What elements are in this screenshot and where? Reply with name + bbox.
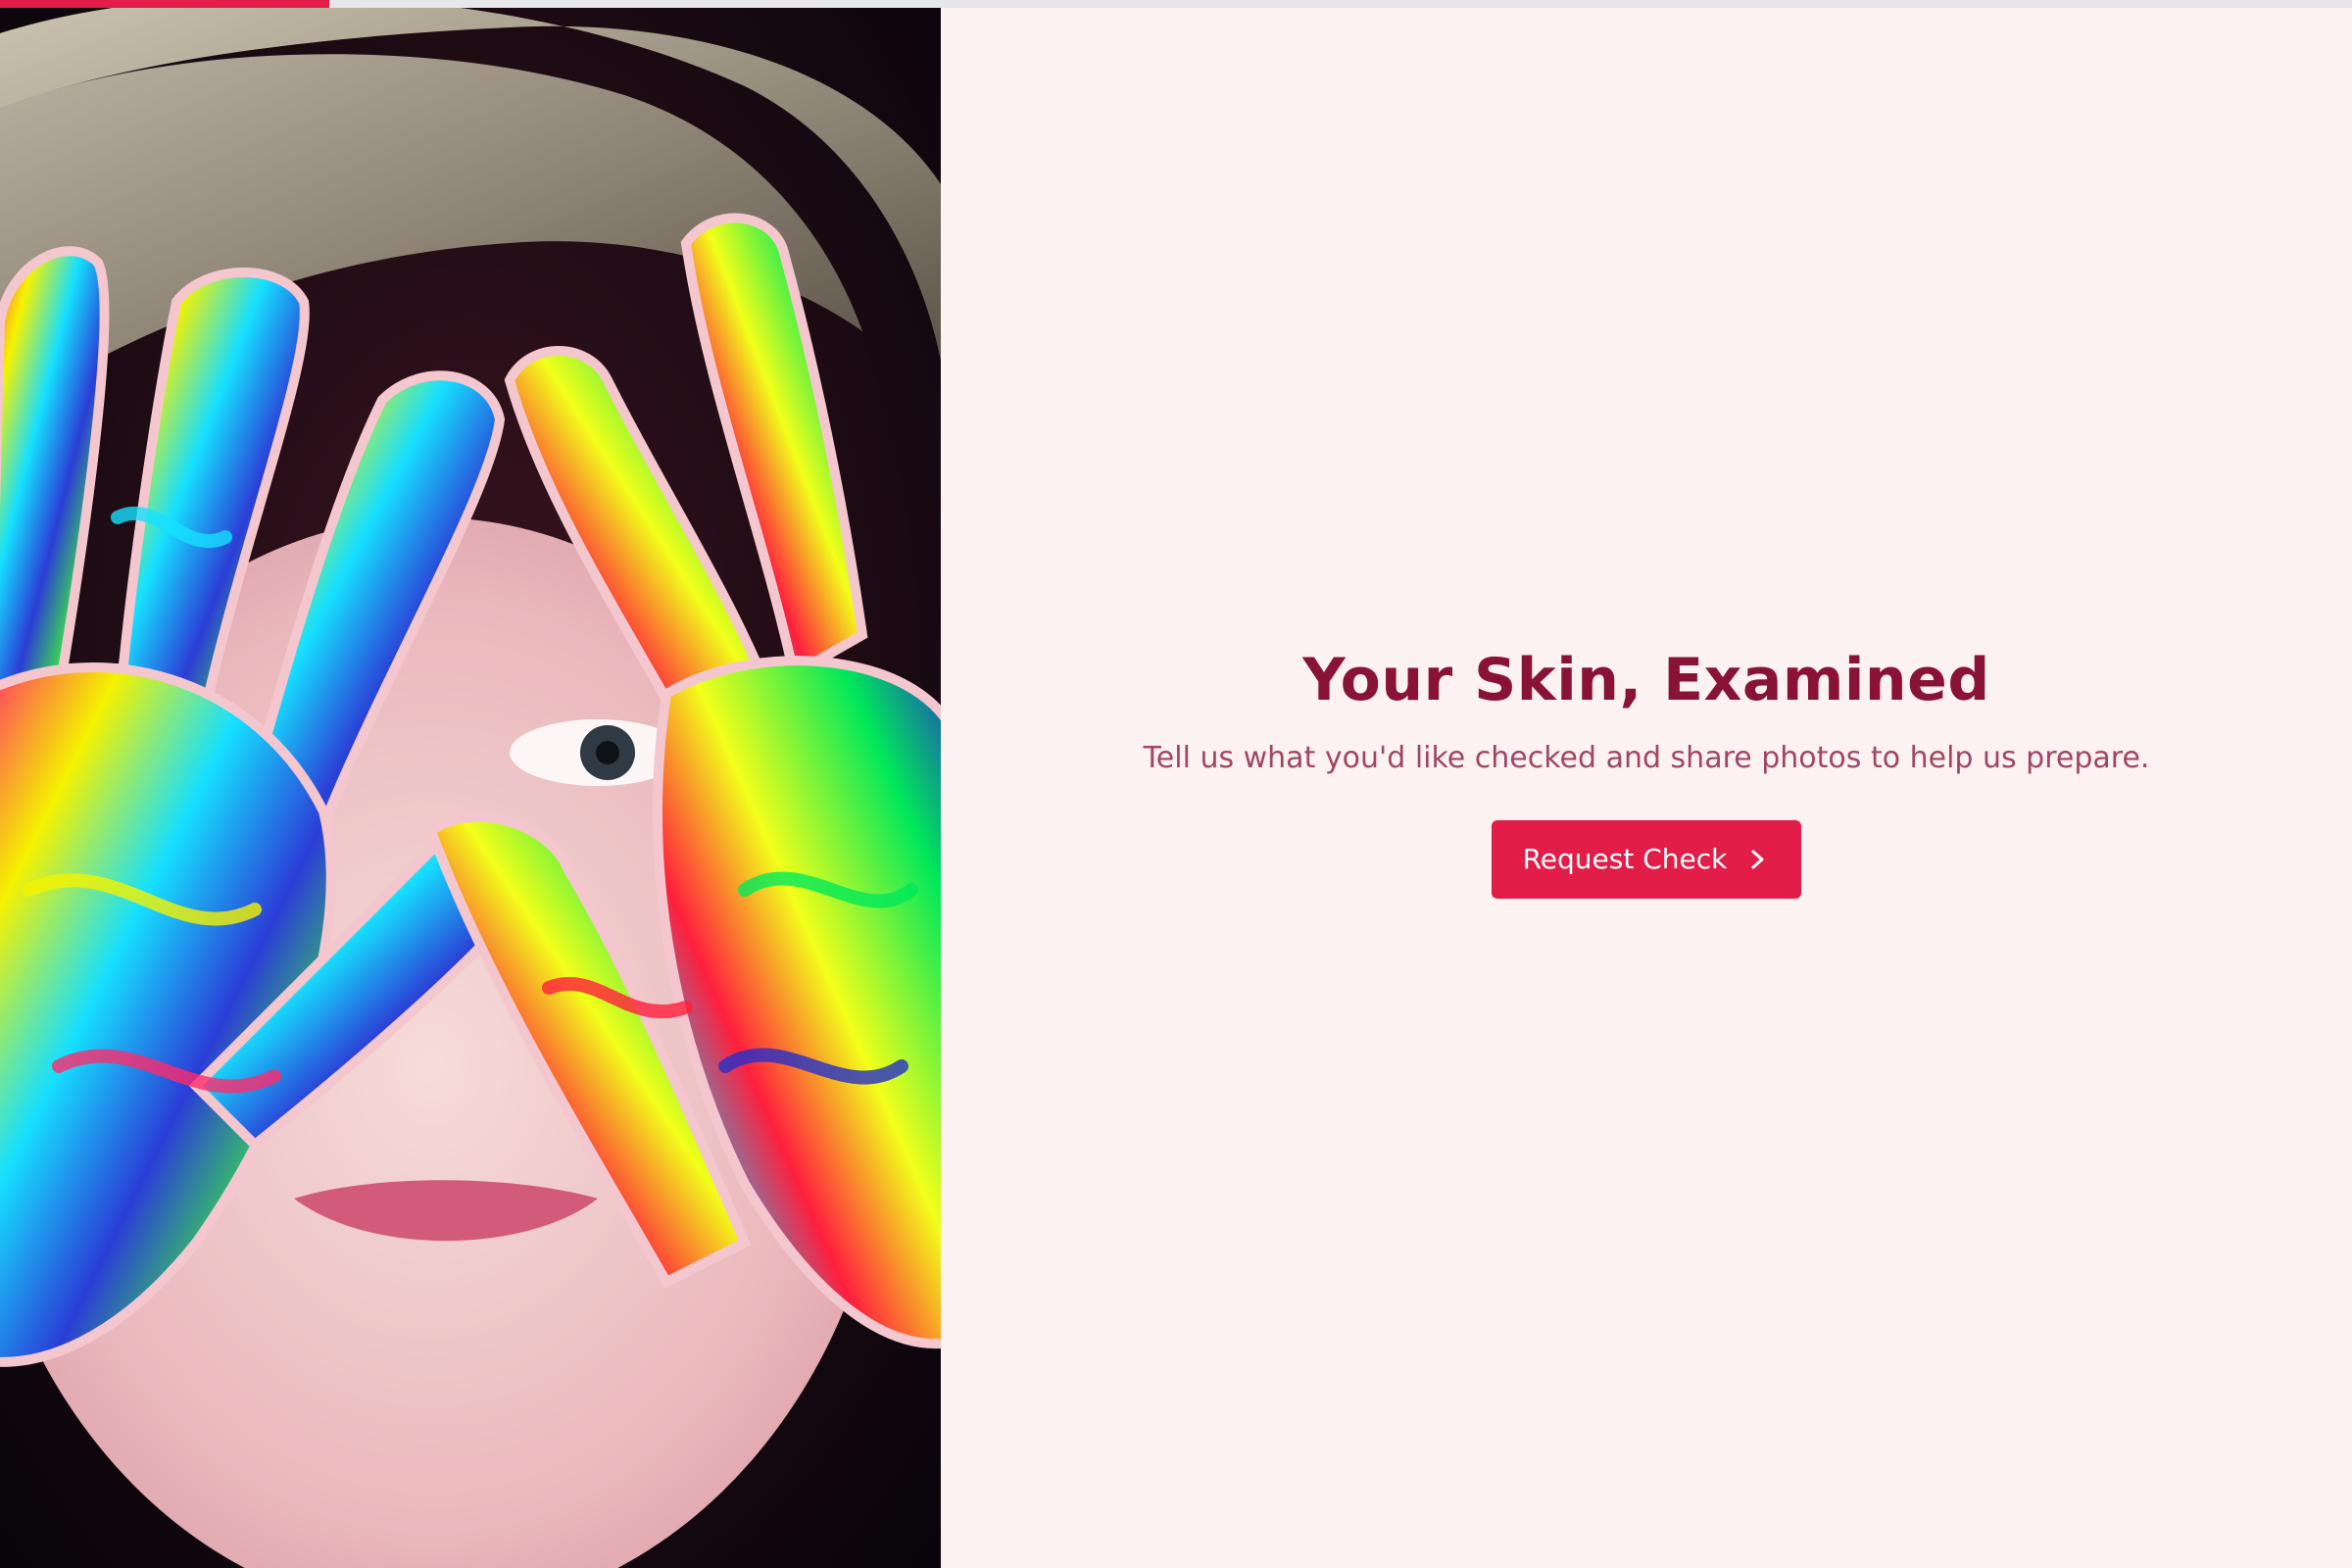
page-subtitle: Tell us what you'd like checked and shar… [1143, 740, 2150, 775]
progress-bar [0, 0, 2352, 8]
request-check-label: Request Check [1522, 843, 1728, 875]
request-check-button[interactable]: Request Check [1491, 819, 1802, 899]
intro-page: Your Skin, Examined Tell us what you'd l… [0, 0, 2352, 1568]
progress-bar-fill [0, 0, 329, 8]
intro-content: Your Skin, Examined Tell us what you'd l… [941, 8, 2352, 1568]
chevron-right-icon [1748, 848, 1768, 871]
page-title: Your Skin, Examined [1302, 645, 1990, 714]
hero-image [0, 8, 941, 1568]
